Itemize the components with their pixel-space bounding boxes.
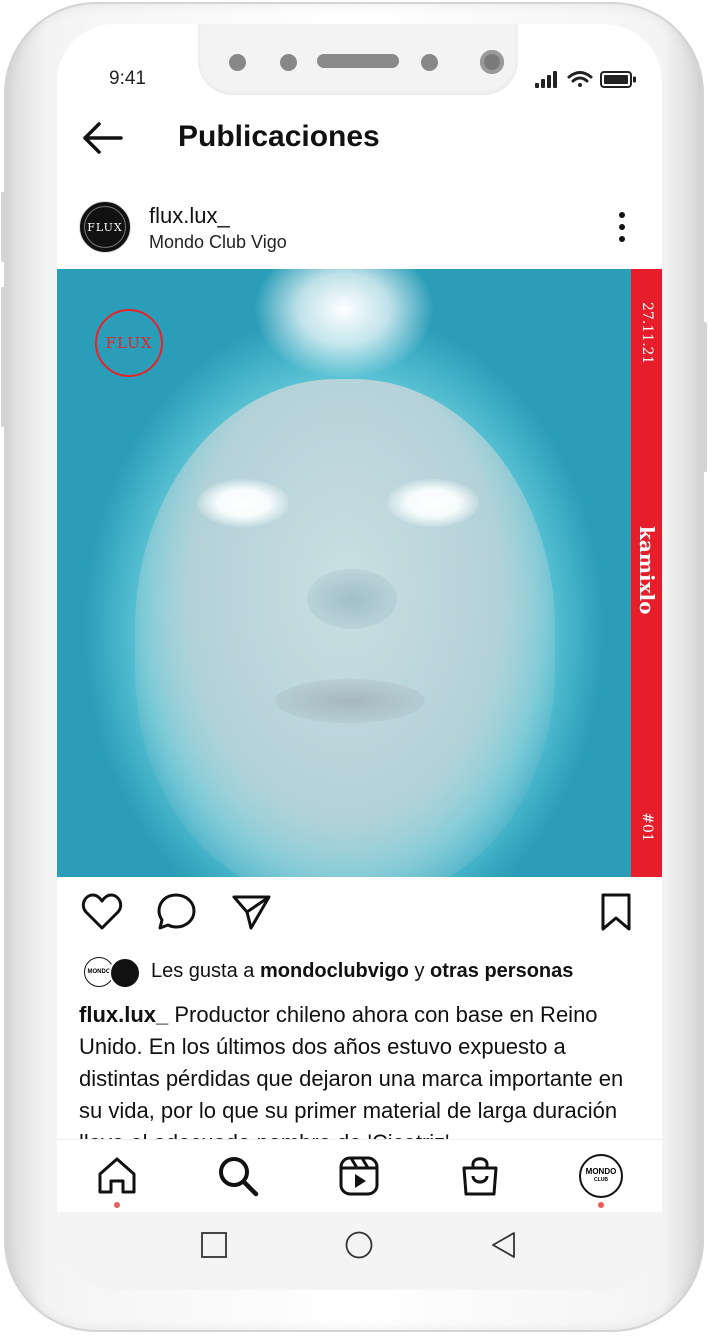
wifi-icon	[567, 71, 593, 87]
sensor-icon	[229, 54, 246, 71]
back-arrow-icon[interactable]	[81, 120, 125, 156]
post-actions	[57, 890, 662, 940]
event-date: 27.11.21	[639, 302, 655, 365]
share-paper-plane-icon[interactable]	[231, 892, 273, 932]
event-strip: 27.11.21 kamixlo #01	[631, 269, 662, 877]
likes-prefix: Les gusta a	[151, 960, 255, 982]
screen: 9:41 Publicaciones FLUX flux.lux_ Mondo …	[57, 24, 662, 1290]
likes-joiner: y	[414, 960, 425, 982]
side-button-right	[702, 322, 707, 472]
profile-avatar-tab[interactable]: MONDO CLUB	[579, 1154, 623, 1198]
profile-avatar-text: MONDO	[585, 1167, 617, 1176]
post-author-username[interactable]: flux.lux_	[149, 203, 230, 229]
right-eye-glow	[387, 479, 479, 527]
front-camera-icon	[480, 50, 504, 74]
reels-icon[interactable]	[337, 1154, 381, 1198]
liker-username[interactable]: mondoclubvigo	[260, 960, 409, 982]
post-caption: flux.lux_ Productor chileno ahora con ba…	[79, 999, 644, 1139]
nose-shade	[307, 569, 397, 629]
event-number: #01	[639, 812, 655, 842]
liker-avatar-secondary	[109, 957, 141, 989]
signal-icon	[535, 71, 557, 88]
home-notification-dot	[114, 1202, 120, 1208]
status-bar: 9:41	[57, 24, 662, 104]
clock: 9:41	[109, 68, 146, 89]
likes-text: Les gusta a mondoclubvigo y otras person…	[151, 960, 573, 983]
back-triangle-icon[interactable]	[487, 1228, 521, 1262]
system-navigation-bar	[57, 1212, 662, 1290]
caption-username[interactable]: flux.lux_	[79, 1002, 168, 1027]
recent-apps-square-icon[interactable]	[197, 1228, 231, 1262]
avatar-ring: FLUX	[84, 206, 126, 248]
like-heart-icon[interactable]	[81, 892, 123, 932]
other-likers-link[interactable]: otras personas	[430, 960, 573, 982]
search-icon[interactable]	[216, 1154, 260, 1198]
sensor-icon	[280, 54, 297, 71]
instagram-app: 9:41 Publicaciones FLUX flux.lux_ Mondo …	[57, 24, 662, 1213]
image-background: FLUX	[57, 269, 631, 877]
comment-bubble-icon[interactable]	[156, 892, 198, 932]
post-location[interactable]: Mondo Club Vigo	[149, 232, 287, 253]
more-options-icon[interactable]	[612, 209, 632, 245]
notch	[198, 24, 518, 95]
post-author-avatar[interactable]: FLUX	[79, 201, 131, 253]
battery-icon	[600, 71, 636, 88]
page-title: Publicaciones	[178, 120, 380, 153]
post-header: FLUX flux.lux_ Mondo Club Vigo	[57, 199, 662, 259]
avatar-logo-text: FLUX	[87, 220, 123, 234]
top-bar: Publicaciones	[57, 104, 662, 170]
volume-button	[1, 287, 6, 427]
bottom-tab-bar: MONDO CLUB	[57, 1139, 662, 1213]
flux-logo-text: FLUX	[105, 334, 153, 352]
home-circle-icon[interactable]	[342, 1228, 376, 1262]
phone-frame: 9:41 Publicaciones FLUX flux.lux_ Mondo …	[1, 2, 707, 1332]
flux-logo: FLUX	[95, 309, 163, 377]
shop-bag-icon[interactable]	[458, 1154, 502, 1198]
mouth-shade	[275, 679, 425, 723]
left-eye-glow	[197, 479, 289, 527]
profile-avatar-subtext: CLUB	[594, 1177, 608, 1183]
post-image[interactable]: FLUX 27.11.21 kamixlo #01	[57, 269, 662, 877]
power-button	[1, 192, 6, 262]
liker-avatar-text: MONDO	[87, 969, 111, 975]
status-icons	[535, 71, 636, 88]
likes-row[interactable]: MONDO Les gusta a mondoclubvigo y otras …	[57, 954, 662, 994]
event-artist-name: kamixlo	[635, 526, 659, 615]
speaker-grille	[317, 54, 399, 68]
save-bookmark-icon[interactable]	[595, 892, 637, 932]
sensor-icon	[421, 54, 438, 71]
home-icon[interactable]	[95, 1154, 139, 1198]
profile-notification-dot	[598, 1202, 604, 1208]
